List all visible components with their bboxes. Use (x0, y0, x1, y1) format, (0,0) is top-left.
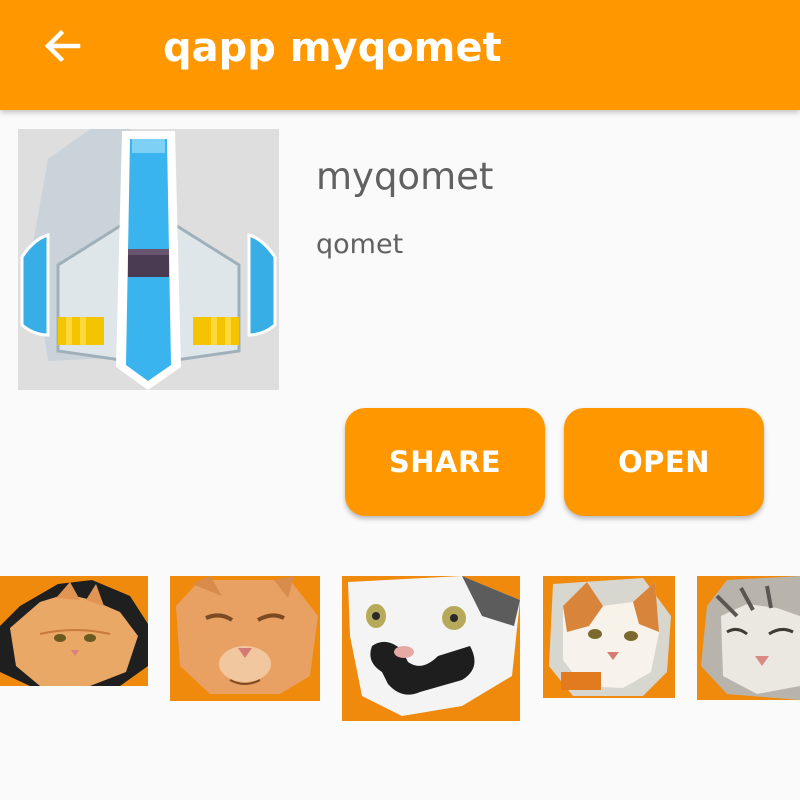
cat-thumbnail-2[interactable] (170, 576, 320, 701)
page-title: qapp myqomet (163, 25, 502, 71)
arrow-back-icon (42, 26, 82, 70)
open-button[interactable]: OPEN (564, 408, 764, 516)
cat-thumbnail-4[interactable] (543, 576, 675, 698)
spaceship-icon (18, 129, 279, 390)
share-button[interactable]: SHARE (345, 408, 545, 516)
app-name: myqomet (316, 155, 494, 198)
cat-thumbnail-3[interactable] (342, 576, 520, 721)
app-bar: qapp myqomet (0, 0, 800, 110)
back-button[interactable] (30, 18, 94, 78)
app-subtitle: qomet (316, 229, 404, 260)
cat-thumbnail-5[interactable] (697, 576, 800, 700)
cat-thumbnail-1[interactable] (0, 576, 148, 686)
thumbnail-strip[interactable] (0, 560, 800, 740)
